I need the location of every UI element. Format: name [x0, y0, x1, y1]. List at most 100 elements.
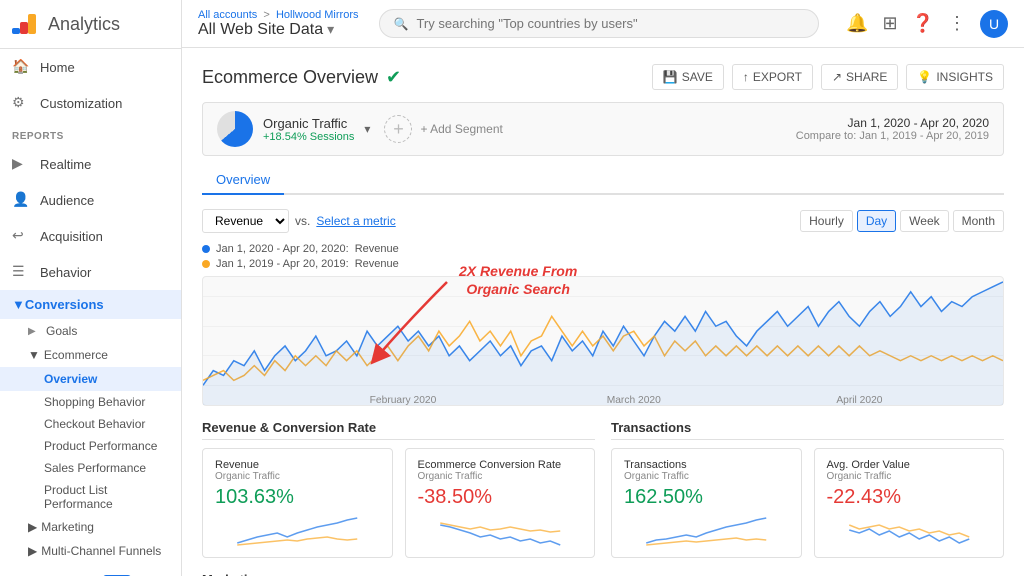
share-button[interactable]: ↗ SHARE — [821, 64, 898, 90]
export-button[interactable]: ↑ EXPORT — [732, 64, 813, 90]
transactions-section: Transactions Transactions Organic Traffi… — [611, 420, 1004, 558]
search-input[interactable] — [416, 16, 803, 31]
sidebar-marketing-label: Marketing — [41, 520, 94, 534]
segment-dropdown-icon[interactable]: ▾ — [364, 122, 370, 136]
sidebar-item-home[interactable]: 🏠 Home — [0, 49, 181, 85]
metric-card-avg-order-subtitle: Organic Traffic — [827, 471, 992, 482]
sidebar-header: Analytics — [0, 0, 181, 49]
search-bar[interactable]: 🔍 — [379, 9, 819, 38]
add-segment-btn[interactable]: + + Add Segment — [384, 115, 502, 143]
sidebar-item-audience[interactable]: 👤 Audience — [0, 182, 181, 218]
sidebar: Analytics 🏠 Home ⚙ Customization REPORTS… — [0, 0, 182, 576]
sidebar-item-shopping-behavior[interactable]: Shopping Behavior — [0, 391, 181, 413]
save-button[interactable]: 💾 SAVE — [652, 64, 724, 90]
customization-icon: ⚙ — [12, 94, 30, 112]
tab-overview[interactable]: Overview — [202, 166, 284, 195]
metric-card-revenue: Revenue Organic Traffic 103.63% — [202, 448, 393, 558]
reports-section-label: REPORTS — [0, 121, 181, 146]
vs-label: vs. — [295, 214, 310, 228]
sidebar-item-realtime[interactable]: ▶ Realtime — [0, 146, 181, 182]
legend-metric-previous: Revenue — [355, 258, 399, 270]
behavior-icon: ☰ — [12, 263, 30, 281]
sidebar-item-conversions[interactable]: ▼ Conversions — [0, 290, 181, 319]
metric-value-conversion: -38.50% — [418, 486, 583, 509]
sidebar-item-behavior[interactable]: ☰ Behavior — [0, 254, 181, 290]
search-icon: 🔍 — [394, 17, 409, 31]
sidebar-item-attribution[interactable]: ↗ Attribution BETA — [0, 563, 181, 576]
select-metric-link[interactable]: Select a metric — [316, 214, 395, 228]
metric-card-transactions-title: Transactions — [624, 459, 789, 471]
export-icon: ↑ — [743, 70, 749, 84]
add-segment-label: + Add Segment — [420, 122, 502, 136]
page-actions: 💾 SAVE ↑ EXPORT ↗ SHARE 💡 INSIGHTS — [652, 64, 1004, 90]
goals-arrow: ▶ — [28, 326, 40, 337]
account-name: All Web Site Data — [198, 21, 323, 39]
insights-button[interactable]: 💡 INSIGHTS — [906, 64, 1004, 90]
svg-text:April 2020: April 2020 — [836, 395, 883, 405]
legend-dot-previous — [202, 260, 210, 268]
home-icon: 🏠 — [12, 58, 30, 76]
revenue-section-title: Revenue & Conversion Rate — [202, 420, 595, 440]
insights-icon: 💡 — [917, 70, 932, 84]
segment-info: Organic Traffic +18.54% Sessions — [263, 116, 354, 143]
time-btn-week[interactable]: Week — [900, 210, 948, 232]
more-options-icon[interactable]: ⋮ — [948, 13, 966, 34]
annotation-text: 2X Revenue FromOrganic Search — [459, 262, 577, 298]
svg-text:March 2020: March 2020 — [607, 395, 662, 405]
analytics-logo — [12, 10, 40, 38]
sidebar-audience-label: Audience — [40, 193, 94, 208]
add-segment-icon: + — [384, 115, 412, 143]
sidebar-multi-channel-label: Multi-Channel Funnels — [41, 544, 161, 558]
sidebar-item-sales-performance[interactable]: Sales Performance — [0, 457, 181, 479]
mini-chart-transactions — [624, 515, 789, 547]
sidebar-ecommerce-label: Ecommerce — [44, 348, 108, 362]
sidebar-customization-label: Customization — [40, 96, 122, 111]
avatar[interactable]: U — [980, 10, 1008, 38]
topnav: All accounts > Hollwood Mirrors All Web … — [182, 0, 1024, 48]
breadcrumb-account[interactable]: Hollwood Mirrors — [276, 9, 359, 21]
metric-dropdown[interactable]: Revenue — [202, 209, 289, 233]
svg-text:February 2020: February 2020 — [370, 395, 437, 405]
legend-metric-current: Revenue — [355, 243, 399, 255]
compare-date-text: Compare to: Jan 1, 2019 - Apr 20, 2019 — [796, 130, 989, 142]
sidebar-item-overview[interactable]: Overview — [0, 367, 181, 391]
marketing-arrow: ▶ — [28, 520, 37, 534]
revenue-metrics-row: Revenue Organic Traffic 103.63% Ecommerc… — [202, 448, 595, 558]
sidebar-item-product-list-performance[interactable]: Product List Performance — [0, 479, 181, 515]
sidebar-item-customization[interactable]: ⚙ Customization — [0, 85, 181, 121]
metric-card-conversion-subtitle: Organic Traffic — [418, 471, 583, 482]
line-chart-svg: February 2020 March 2020 April 2020 — [203, 277, 1003, 405]
page-header: Ecommerce Overview ✔ 💾 SAVE ↑ EXPORT ↗ S… — [202, 64, 1004, 90]
legend-item-current: Jan 1, 2020 - Apr 20, 2020: Revenue — [202, 243, 1004, 255]
page-title: Ecommerce Overview — [202, 67, 378, 88]
help-icon[interactable]: ❓ — [912, 13, 934, 34]
ecommerce-arrow: ▼ — [28, 348, 40, 362]
metric-card-avg-order: Avg. Order Value Organic Traffic -22.43% — [814, 448, 1005, 558]
breadcrumb-all-accounts[interactable]: All accounts — [198, 9, 257, 21]
revenue-section: Revenue & Conversion Rate Revenue Organi… — [202, 420, 595, 558]
sidebar-item-goals[interactable]: ▶ Goals — [0, 319, 181, 343]
sidebar-item-product-performance[interactable]: Product Performance — [0, 435, 181, 457]
share-icon: ↗ — [832, 70, 842, 84]
save-icon: 💾 — [663, 70, 678, 84]
sidebar-item-ecommerce[interactable]: ▼ Ecommerce — [0, 343, 181, 367]
time-btn-hourly[interactable]: Hourly — [800, 210, 853, 232]
conversions-icon: ▼ — [12, 297, 25, 312]
app-title: Analytics — [48, 14, 120, 35]
sidebar-item-checkout-behavior[interactable]: Checkout Behavior — [0, 413, 181, 435]
sidebar-item-acquisition[interactable]: ↩ Acquisition — [0, 218, 181, 254]
legend-date-current: Jan 1, 2020 - Apr 20, 2020: — [216, 243, 349, 255]
audience-icon: 👤 — [12, 191, 30, 209]
metric-card-transactions-subtitle: Organic Traffic — [624, 471, 789, 482]
apps-icon[interactable]: ⊞ — [882, 13, 897, 34]
time-btn-month[interactable]: Month — [953, 210, 1004, 232]
sidebar-item-marketing[interactable]: ▶ Marketing — [0, 515, 181, 539]
sidebar-item-multi-channel[interactable]: ▶ Multi-Channel Funnels — [0, 539, 181, 563]
time-btn-day[interactable]: Day — [857, 210, 896, 232]
notifications-icon[interactable]: 🔔 — [846, 13, 868, 34]
segment-donut — [217, 111, 253, 147]
mini-chart-avg-order — [827, 515, 992, 547]
account-selector[interactable]: All Web Site Data ▾ — [198, 21, 351, 39]
check-icon: ✔ — [386, 67, 401, 88]
metric-card-conversion-title: Ecommerce Conversion Rate — [418, 459, 583, 471]
